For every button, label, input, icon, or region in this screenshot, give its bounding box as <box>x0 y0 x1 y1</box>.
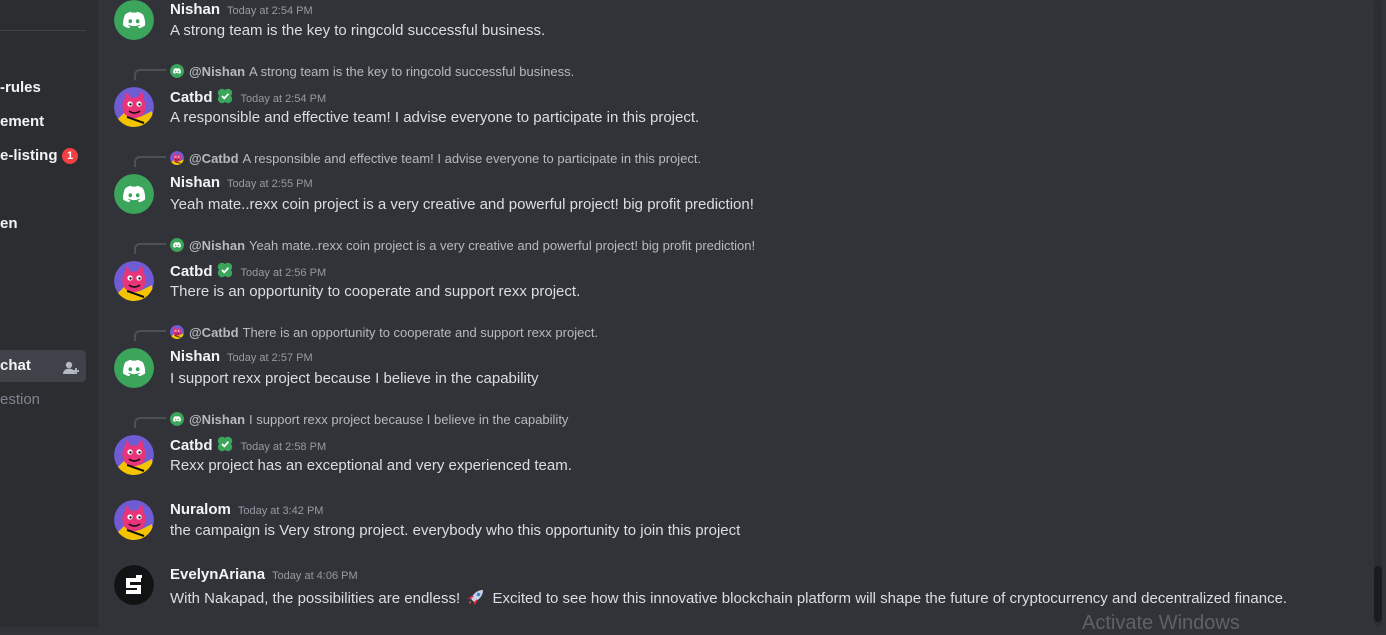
avatar[interactable] <box>114 500 154 540</box>
message-text: With Nakapad, the possibilities are endl… <box>170 587 1287 607</box>
message-text-part: Excited to see how this innovative block… <box>492 590 1288 607</box>
message-timestamp: Today at 2:57 PM <box>227 352 313 364</box>
scrollbar-thumb[interactable] <box>1374 566 1382 622</box>
avatar[interactable] <box>114 87 154 127</box>
reply-spine <box>134 69 166 80</box>
message-text: A responsible and effective team! I advi… <box>170 109 700 126</box>
avatar[interactable] <box>114 565 154 605</box>
reply-preview[interactable]: @Catbd There is an opportunity to coopera… <box>170 325 598 340</box>
reply-avatar <box>170 412 184 426</box>
message-timestamp: Today at 2:54 PM <box>240 93 327 105</box>
message-text: the campaign is Very strong project. eve… <box>170 522 741 539</box>
reply-text: A responsible and effective team! I advi… <box>242 151 702 166</box>
sidebar-item-token[interactable]: en <box>0 208 86 240</box>
avatar[interactable] <box>114 348 154 388</box>
author-name[interactable]: Nuralom <box>170 501 231 518</box>
author-name[interactable]: Nishan <box>170 348 220 365</box>
message-author[interactable]: EvelynAriana Today at 4:06 PM <box>170 566 358 583</box>
sidebar-item-label: ement <box>0 113 45 130</box>
reply-avatar <box>170 238 184 252</box>
reply-text: A strong team is the key to ringcold suc… <box>249 64 575 79</box>
message-text: I support rexx project because I believe… <box>170 370 539 387</box>
message-author[interactable]: Nishan Today at 2:55 PM <box>170 174 313 191</box>
avatar[interactable] <box>114 435 154 475</box>
mention-badge: 1 <box>62 148 78 164</box>
message-timestamp: Today at 2:54 PM <box>227 5 313 17</box>
reply-text: Yeah mate..rexx coin project is a very c… <box>249 238 756 253</box>
reply-spine <box>134 243 166 254</box>
reply-preview[interactable]: @Nishan I support rexx project because I … <box>170 412 568 427</box>
avatar[interactable] <box>114 0 154 40</box>
scrollbar-track[interactable] <box>1374 0 1382 627</box>
sidebar-item-announcement[interactable]: ement <box>0 106 86 138</box>
channel-sidebar: -rules ement e-listing 1 en chat estion <box>0 0 98 627</box>
sidebar-item-rules[interactable]: -rules <box>0 72 86 104</box>
author-name[interactable]: Catbd <box>170 437 213 454</box>
verified-badge-icon <box>216 261 234 279</box>
message-list: Nishan Today at 2:54 PM A strong team is … <box>98 0 1368 627</box>
message-timestamp: Today at 3:42 PM <box>237 505 324 517</box>
author-name[interactable]: EvelynAriana <box>170 566 265 583</box>
message-author[interactable]: Catbd Today at 2:56 PM <box>170 261 326 280</box>
message-author[interactable]: Nishan Today at 2:54 PM <box>170 1 313 18</box>
sidebar-item-label: chat <box>0 357 31 374</box>
verified-badge-icon <box>216 435 234 453</box>
message-timestamp: Today at 4:06 PM <box>272 570 358 582</box>
reply-text: There is an opportunity to cooperate and… <box>242 325 599 340</box>
message-text: A strong team is the key to ringcold suc… <box>170 22 546 39</box>
author-name[interactable]: Catbd <box>170 89 213 106</box>
reply-mention: @Catbd <box>189 151 239 166</box>
message-author[interactable]: Nishan Today at 2:57 PM <box>170 348 313 365</box>
message-timestamp: Today at 2:56 PM <box>240 267 327 279</box>
message-author[interactable]: Catbd Today at 2:54 PM <box>170 87 326 106</box>
message-text: Yeah mate..rexx coin project is a very c… <box>170 196 754 213</box>
sidebar-item-question[interactable]: estion <box>0 384 86 416</box>
author-name[interactable]: Catbd <box>170 263 213 280</box>
sidebar-item-chat[interactable]: chat <box>0 350 86 382</box>
message-text: There is an opportunity to cooperate and… <box>170 283 581 300</box>
reply-avatar <box>170 325 184 339</box>
reply-avatar <box>170 64 184 78</box>
activate-windows-watermark: Activate Windows <box>1082 612 1240 634</box>
reply-mention: @Nishan <box>189 412 246 427</box>
avatar[interactable] <box>114 174 154 214</box>
sidebar-item-label: -rules <box>0 79 41 96</box>
message-text-part: With Nakapad, the possibilities are endl… <box>170 590 461 607</box>
message-timestamp: Today at 2:58 PM <box>240 441 327 453</box>
reply-text: I support rexx project because I believe… <box>249 412 569 427</box>
reply-mention: @Nishan <box>189 238 246 253</box>
author-name[interactable]: Nishan <box>170 174 220 191</box>
add-user-icon[interactable] <box>62 357 80 375</box>
reply-mention: @Nishan <box>189 64 246 79</box>
sidebar-item-label: estion <box>0 391 41 408</box>
sidebar-item-label: e-listing <box>0 147 58 164</box>
reply-spine <box>134 156 166 167</box>
avatar[interactable] <box>114 261 154 301</box>
message-author[interactable]: Catbd Today at 2:58 PM <box>170 435 326 454</box>
verified-badge-icon <box>216 87 234 105</box>
reply-preview[interactable]: @Nishan A strong team is the key to ringc… <box>170 64 574 79</box>
reply-spine <box>134 330 166 341</box>
sidebar-divider <box>0 30 86 31</box>
author-name[interactable]: Nishan <box>170 1 220 18</box>
reply-spine <box>134 417 166 428</box>
message-timestamp: Today at 2:55 PM <box>227 178 313 190</box>
message-text: Rexx project has an exceptional and very… <box>170 457 572 474</box>
reply-preview[interactable]: @Nishan Yeah mate..rexx coin project is a… <box>170 238 755 253</box>
sidebar-item-listing[interactable]: e-listing 1 <box>0 140 86 172</box>
reply-preview[interactable]: @Catbd A responsible and effective team! … <box>170 151 701 166</box>
reply-avatar <box>170 151 184 165</box>
message-author[interactable]: Nuralom Today at 3:42 PM <box>170 501 323 518</box>
rocket-icon <box>468 590 484 605</box>
reply-mention: @Catbd <box>189 325 239 340</box>
sidebar-item-label: en <box>0 215 18 232</box>
